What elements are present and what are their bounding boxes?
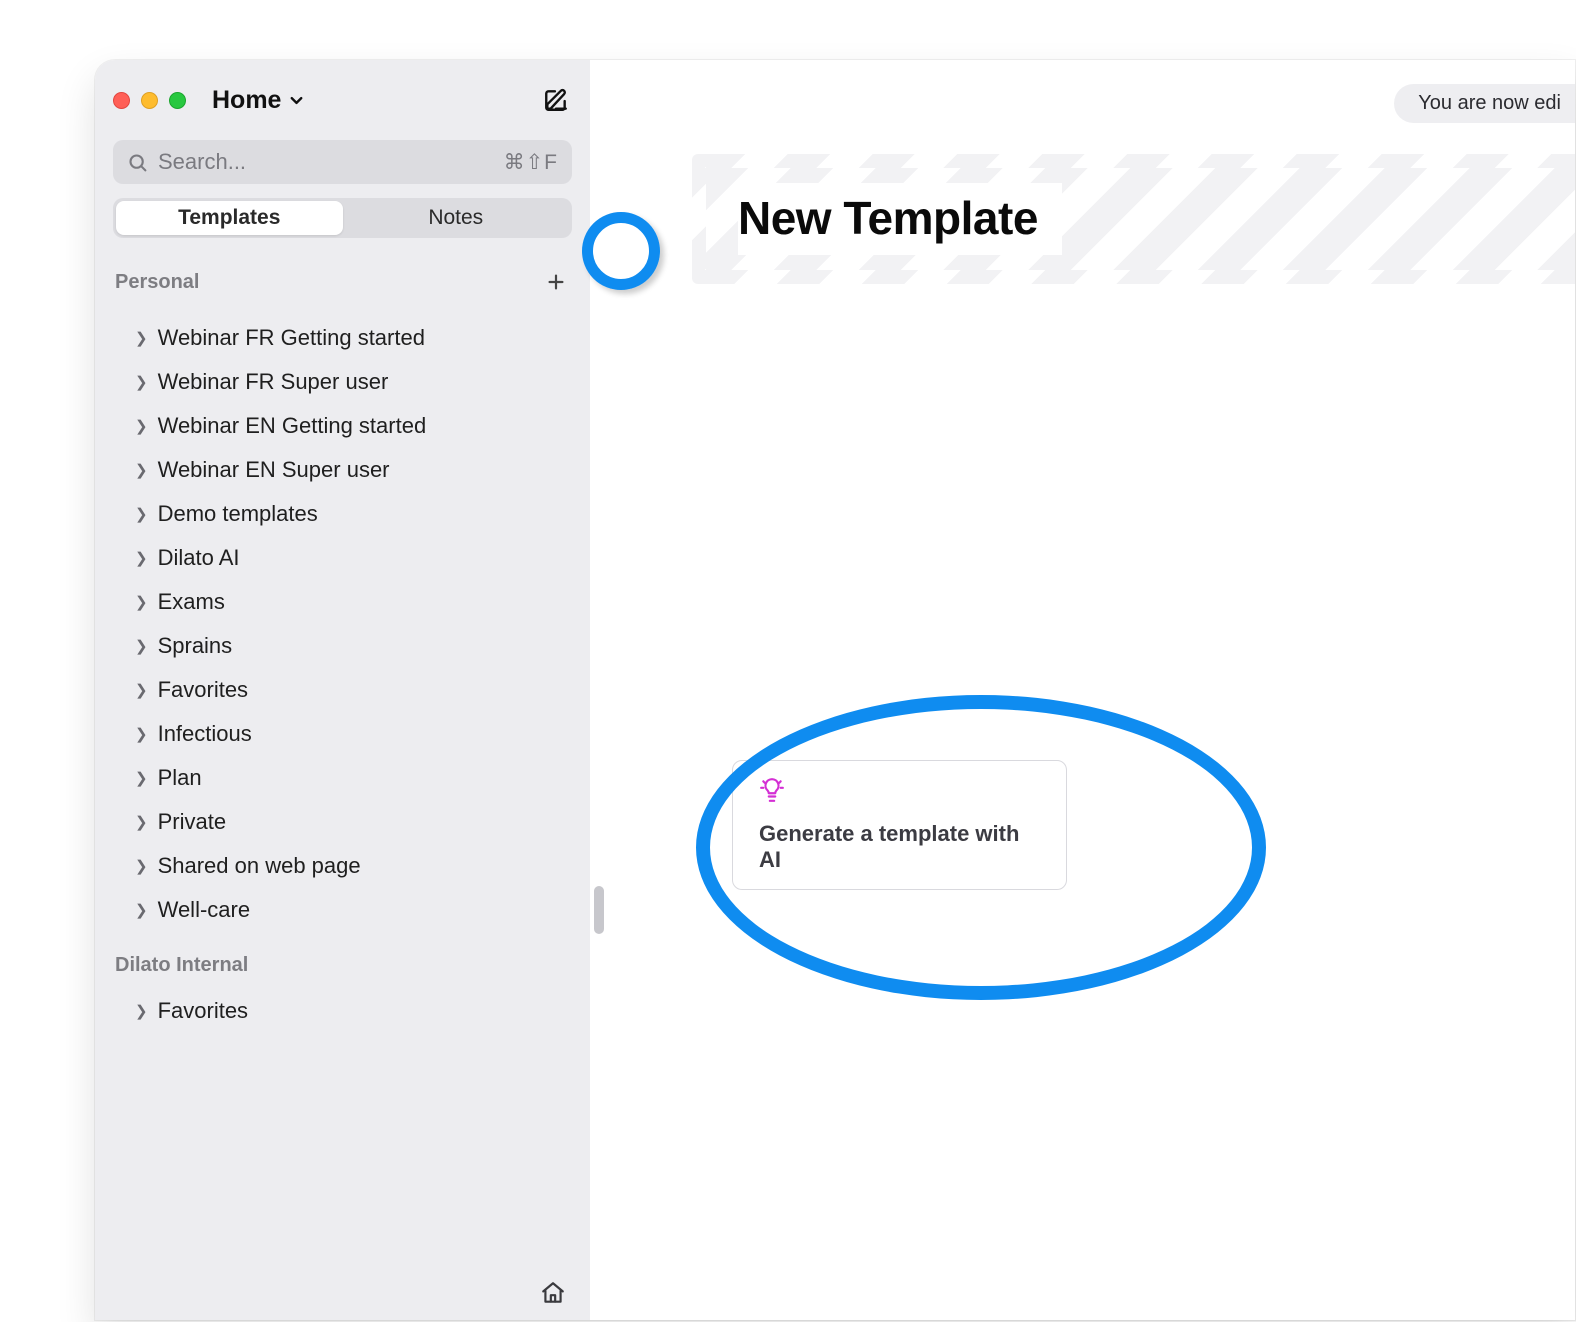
generate-with-ai-card[interactable]: Generate a template with AI	[732, 760, 1067, 890]
sidebar-item-label: Webinar FR Getting started	[158, 325, 425, 351]
sidebar-item-label: Webinar EN Getting started	[158, 413, 427, 439]
search-shortcut: ⌘⇧F	[504, 150, 558, 175]
sidebar-item-dilato-ai[interactable]: ❯ Dilato AI	[113, 536, 572, 580]
section-header-internal-label: Dilato Internal	[115, 954, 248, 977]
sidebar-item-internal-favorites[interactable]: ❯ Favorites	[113, 989, 572, 1033]
chevron-right-icon: ❯	[135, 593, 148, 611]
sidebar-item-webinar-en-getting-started[interactable]: ❯ Webinar EN Getting started	[113, 404, 572, 448]
search-input[interactable]: Search... ⌘⇧F	[113, 140, 572, 184]
chevron-right-icon: ❯	[135, 329, 148, 347]
search-icon	[127, 152, 148, 173]
sidebar-item-label: Favorites	[158, 998, 248, 1024]
workspace-selector[interactable]: Home	[212, 86, 306, 115]
sidebar-item-demo-templates[interactable]: ❯ Demo templates	[113, 492, 572, 536]
view-segmented-control: Templates Notes	[113, 198, 572, 238]
chevron-right-icon: ❯	[135, 505, 148, 523]
window-controls	[113, 92, 186, 109]
sidebar-item-label: Shared on web page	[158, 853, 361, 879]
section-header-personal: Personal	[113, 268, 572, 296]
chevron-right-icon: ❯	[135, 373, 148, 391]
sidebar-item-sprains[interactable]: ❯ Sprains	[113, 624, 572, 668]
zoom-window-button[interactable]	[169, 92, 186, 109]
close-window-button[interactable]	[113, 92, 130, 109]
internal-tree: ❯ Favorites	[113, 989, 572, 1033]
sidebar: Home Search... ⌘⇧F Templates	[95, 60, 590, 1320]
chevron-right-icon: ❯	[135, 461, 148, 479]
chevron-right-icon: ❯	[135, 681, 148, 699]
section-header-internal: Dilato Internal	[113, 954, 572, 977]
plus-icon	[545, 271, 567, 293]
workspace-title: Home	[212, 86, 281, 115]
chevron-right-icon: ❯	[135, 549, 148, 567]
sidebar-item-label: Sprains	[158, 633, 233, 659]
sidebar-item-webinar-en-super-user[interactable]: ❯ Webinar EN Super user	[113, 448, 572, 492]
app-window: Home Search... ⌘⇧F Templates	[95, 60, 1575, 1320]
title-strip: New Template	[692, 154, 1575, 284]
status-banner: You are now edi	[1394, 84, 1575, 123]
minimize-window-button[interactable]	[141, 92, 158, 109]
sidebar-item-label: Webinar FR Super user	[158, 369, 389, 395]
chevron-right-icon: ❯	[135, 417, 148, 435]
sidebar-item-label: Plan	[158, 765, 202, 791]
tab-templates-label: Templates	[178, 206, 280, 230]
tab-notes[interactable]: Notes	[343, 201, 570, 235]
section-header-personal-label: Personal	[115, 271, 199, 294]
chevron-right-icon: ❯	[135, 1002, 148, 1020]
sidebar-item-favorites[interactable]: ❯ Favorites	[113, 668, 572, 712]
chevron-right-icon: ❯	[135, 857, 148, 875]
sidebar-item-private[interactable]: ❯ Private	[113, 800, 572, 844]
tab-templates[interactable]: Templates	[116, 201, 343, 235]
ai-card-label: Generate a template with AI	[759, 821, 1040, 873]
search-placeholder: Search...	[158, 149, 246, 175]
sidebar-item-label: Exams	[158, 589, 225, 615]
compose-button[interactable]	[540, 84, 572, 116]
sidebar-item-exams[interactable]: ❯ Exams	[113, 580, 572, 624]
sidebar-item-label: Webinar EN Super user	[158, 457, 390, 483]
chevron-right-icon: ❯	[135, 725, 148, 743]
chevron-down-icon	[287, 91, 306, 110]
sidebar-item-label: Favorites	[158, 677, 248, 703]
home-button[interactable]	[536, 1276, 570, 1310]
sidebar-item-infectious[interactable]: ❯ Infectious	[113, 712, 572, 756]
sidebar-item-label: Infectious	[158, 721, 252, 747]
sidebar-item-well-care[interactable]: ❯ Well-care	[113, 888, 572, 932]
scrollbar-thumb[interactable]	[594, 886, 604, 934]
sidebar-item-label: Demo templates	[158, 501, 318, 527]
lightbulb-icon	[759, 777, 1040, 803]
add-template-button[interactable]	[542, 268, 570, 296]
editor-area: You are now edi New Template Generate a …	[590, 60, 1575, 1320]
sidebar-item-shared-on-web-page[interactable]: ❯ Shared on web page	[113, 844, 572, 888]
chevron-right-icon: ❯	[135, 901, 148, 919]
sidebar-item-label: Well-care	[158, 897, 251, 923]
chevron-right-icon: ❯	[135, 637, 148, 655]
page-title: New Template	[738, 191, 1038, 245]
sidebar-item-plan[interactable]: ❯ Plan	[113, 756, 572, 800]
home-icon	[540, 1280, 566, 1306]
titlebar: Home	[113, 76, 572, 124]
sidebar-item-label: Dilato AI	[158, 545, 240, 571]
personal-tree: ❯ Webinar FR Getting started ❯ Webinar FR …	[113, 316, 572, 932]
compose-icon	[543, 87, 569, 113]
sidebar-item-label: Private	[158, 809, 226, 835]
tab-notes-label: Notes	[428, 206, 483, 230]
chevron-right-icon: ❯	[135, 813, 148, 831]
sidebar-item-webinar-fr-super-user[interactable]: ❯ Webinar FR Super user	[113, 360, 572, 404]
chevron-right-icon: ❯	[135, 769, 148, 787]
sidebar-item-webinar-fr-getting-started[interactable]: ❯ Webinar FR Getting started	[113, 316, 572, 360]
status-banner-text: You are now edi	[1418, 92, 1561, 114]
